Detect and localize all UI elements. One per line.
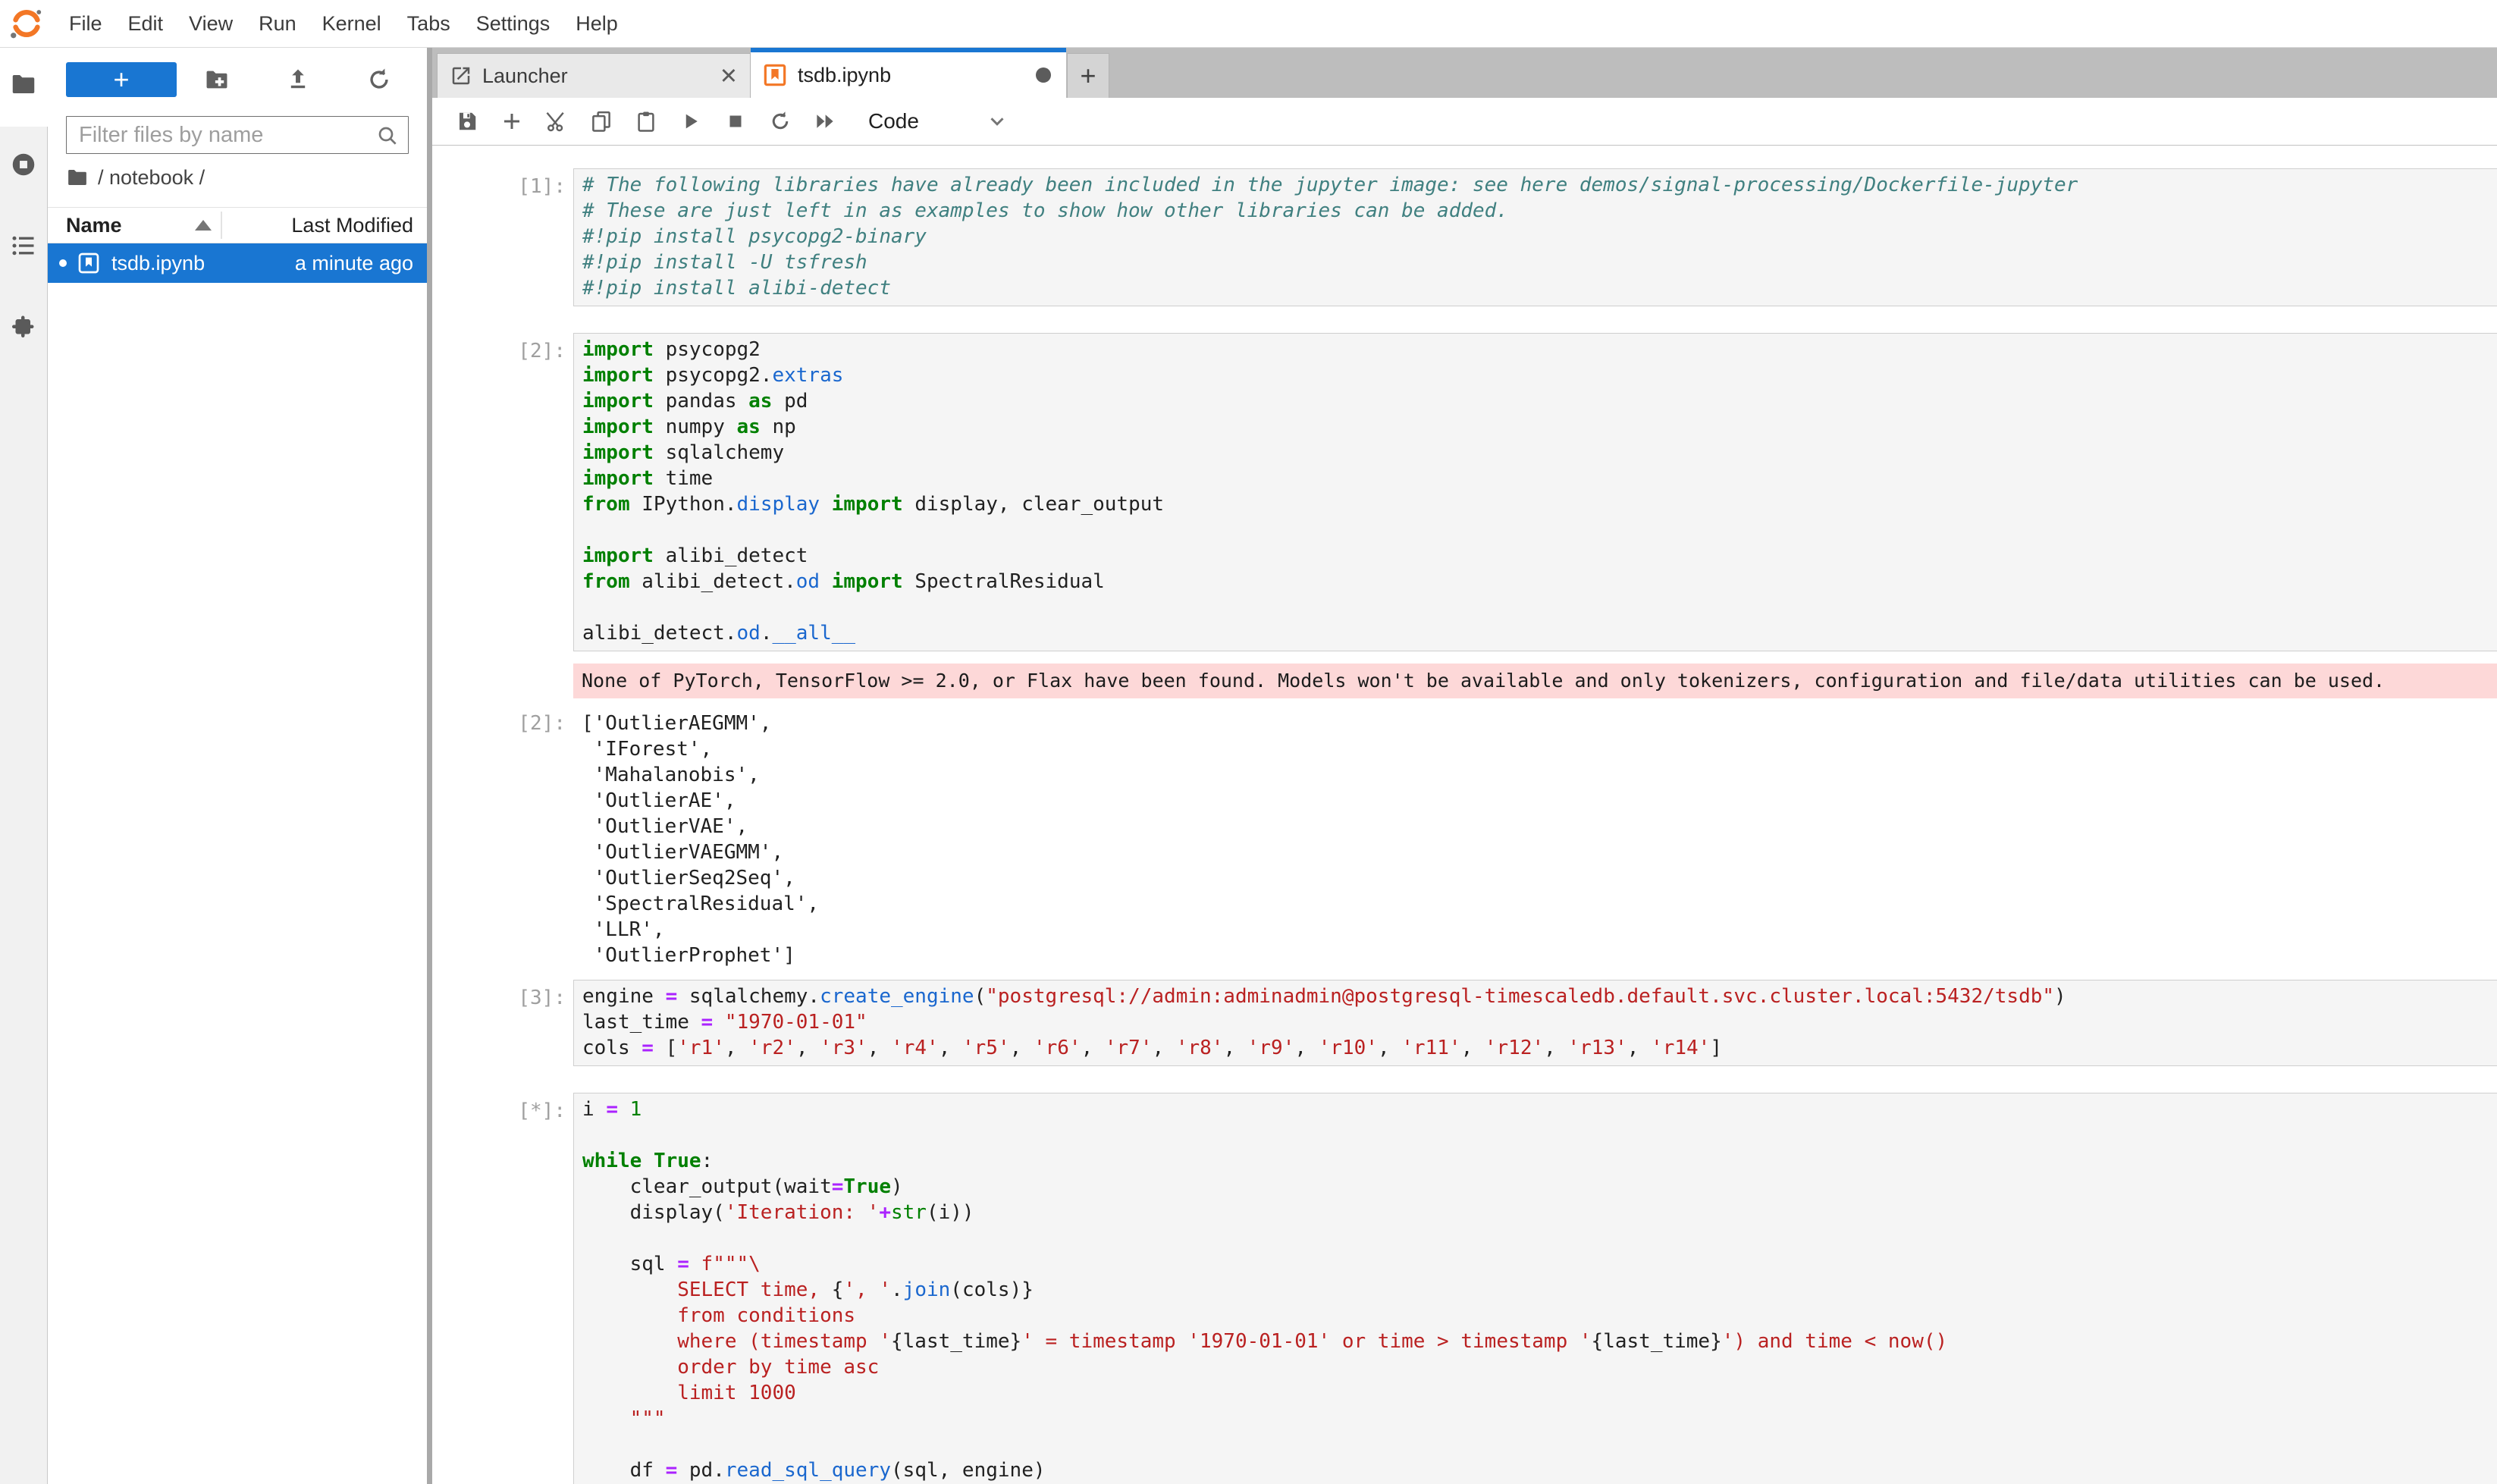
cell-input-editor[interactable]: import psycopg2import psycopg2.extrasimp…: [573, 333, 2497, 651]
launcher-icon: [450, 64, 472, 87]
cell-input-editor[interactable]: # The following libraries have already b…: [573, 168, 2497, 306]
main-work-area: Launcher ✕ tsdb.ipynb +: [432, 48, 2497, 1484]
notebook-cell-2: None of PyTorch, TensorFlow >= 2.0, or F…: [432, 664, 2497, 698]
running-kernel-dot: [59, 259, 67, 267]
notebook-icon: [763, 63, 787, 87]
document-tab-bar: Launcher ✕ tsdb.ipynb +: [432, 48, 2497, 98]
cell-type-label: Code: [868, 109, 919, 133]
table-of-contents-icon[interactable]: [10, 232, 37, 259]
cut-cells-icon[interactable]: [534, 105, 579, 137]
menu-kernel[interactable]: Kernel: [309, 0, 394, 47]
cell-type-dropdown[interactable]: Code: [868, 109, 1009, 133]
file-browser-folder-icon[interactable]: [10, 71, 37, 98]
file-list-header: Name Last Modified: [48, 207, 427, 243]
search-icon: [375, 124, 400, 148]
unsaved-changes-dot[interactable]: [1036, 67, 1051, 83]
execution-prompt: [2]:: [432, 333, 569, 651]
new-launcher-button[interactable]: +: [66, 62, 177, 97]
filter-box: [66, 116, 409, 154]
execution-prompt: [432, 664, 569, 698]
notebook-cell-1: [2]:import psycopg2import psycopg2.extra…: [432, 333, 2497, 651]
execution-prompt: [3]:: [432, 980, 569, 1066]
tab-tsdb-ipynb[interactable]: tsdb.ipynb: [751, 48, 1066, 98]
interrupt-kernel-icon[interactable]: [713, 105, 758, 137]
running-sessions-icon[interactable]: [10, 151, 37, 178]
jupyterlab-window: FileEditViewRunKernelTabsSettingsHelp: [0, 0, 2497, 1484]
tab-launcher-label: Launcher: [482, 64, 568, 88]
notebook-toolbar: Code: [432, 98, 2497, 146]
menu-bar: FileEditViewRunKernelTabsSettingsHelp: [0, 0, 2497, 48]
menu-settings[interactable]: Settings: [463, 0, 563, 47]
sort-ascending-icon[interactable]: [195, 220, 212, 231]
menu-bar-items: FileEditViewRunKernelTabsSettingsHelp: [56, 0, 631, 47]
menu-edit[interactable]: Edit: [115, 0, 177, 47]
file-name: tsdb.ipynb: [111, 252, 205, 275]
jupyter-logo-icon: [9, 6, 44, 41]
activity-bar: [0, 48, 48, 1484]
filter-files-input[interactable]: [66, 116, 409, 154]
breadcrumb[interactable]: / notebook /: [48, 154, 427, 201]
column-divider: [221, 212, 222, 239]
notebook-cell-5: [*]:i = 1 while True: clear_output(wait=…: [432, 1093, 2497, 1484]
column-name[interactable]: Name: [48, 214, 122, 237]
notebook-cell-0: [1]:# The following libraries have alrea…: [432, 168, 2497, 306]
cell-output: ['OutlierAEGMM', 'IForest', 'Mahalanobis…: [573, 711, 2497, 968]
file-last-modified: a minute ago: [295, 252, 427, 275]
notebook-cell-4: [3]:engine = sqlalchemy.create_engine("p…: [432, 980, 2497, 1066]
cell-input-editor[interactable]: i = 1 while True: clear_output(wait=True…: [573, 1093, 2497, 1484]
stderr-output: None of PyTorch, TensorFlow >= 2.0, or F…: [573, 664, 2497, 698]
tab-launcher[interactable]: Launcher ✕: [437, 53, 751, 98]
extension-manager-icon[interactable]: [10, 315, 37, 342]
menu-file[interactable]: File: [56, 0, 115, 47]
restart-kernel-icon[interactable]: [758, 105, 802, 137]
file-browser-panel: + / notebook /: [48, 48, 427, 1484]
run-cell-icon[interactable]: [668, 105, 713, 137]
new-tab-button[interactable]: +: [1067, 53, 1109, 98]
column-last-modified[interactable]: Last Modified: [291, 214, 427, 237]
breadcrumb-path: / notebook /: [98, 166, 205, 190]
notebook-cell-3: [2]:['OutlierAEGMM', 'IForest', 'Mahalan…: [432, 711, 2497, 968]
notebook-file-icon: [77, 251, 101, 275]
execution-prompt: [1]:: [432, 168, 569, 306]
home-folder-icon: [66, 166, 89, 189]
insert-cell-icon[interactable]: [489, 105, 534, 137]
sidebar-splitter[interactable]: [427, 48, 432, 1484]
menu-help[interactable]: Help: [563, 0, 631, 47]
menu-run[interactable]: Run: [246, 0, 309, 47]
menu-view[interactable]: View: [176, 0, 246, 47]
new-folder-button[interactable]: [177, 62, 258, 97]
upload-button[interactable]: [258, 62, 339, 97]
save-button[interactable]: [444, 105, 489, 137]
execution-prompt: [*]:: [432, 1093, 569, 1484]
file-browser-toolbar: +: [48, 48, 427, 111]
restart-run-all-icon[interactable]: [802, 105, 847, 137]
file-row-tsdb-ipynb[interactable]: tsdb.ipynb a minute ago: [48, 243, 427, 283]
chevron-down-icon: [986, 110, 1009, 133]
execution-prompt: [2]:: [432, 711, 569, 968]
close-tab-icon[interactable]: ✕: [720, 63, 738, 89]
copy-cells-icon[interactable]: [579, 105, 623, 137]
cell-input-editor[interactable]: engine = sqlalchemy.create_engine("postg…: [573, 980, 2497, 1066]
notebook-scroll-area[interactable]: [1]:# The following libraries have alrea…: [432, 146, 2497, 1484]
paste-cells-icon[interactable]: [623, 105, 668, 137]
tab-tsdb-label: tsdb.ipynb: [798, 64, 891, 87]
menu-tabs[interactable]: Tabs: [394, 0, 463, 47]
refresh-button[interactable]: [338, 62, 419, 97]
